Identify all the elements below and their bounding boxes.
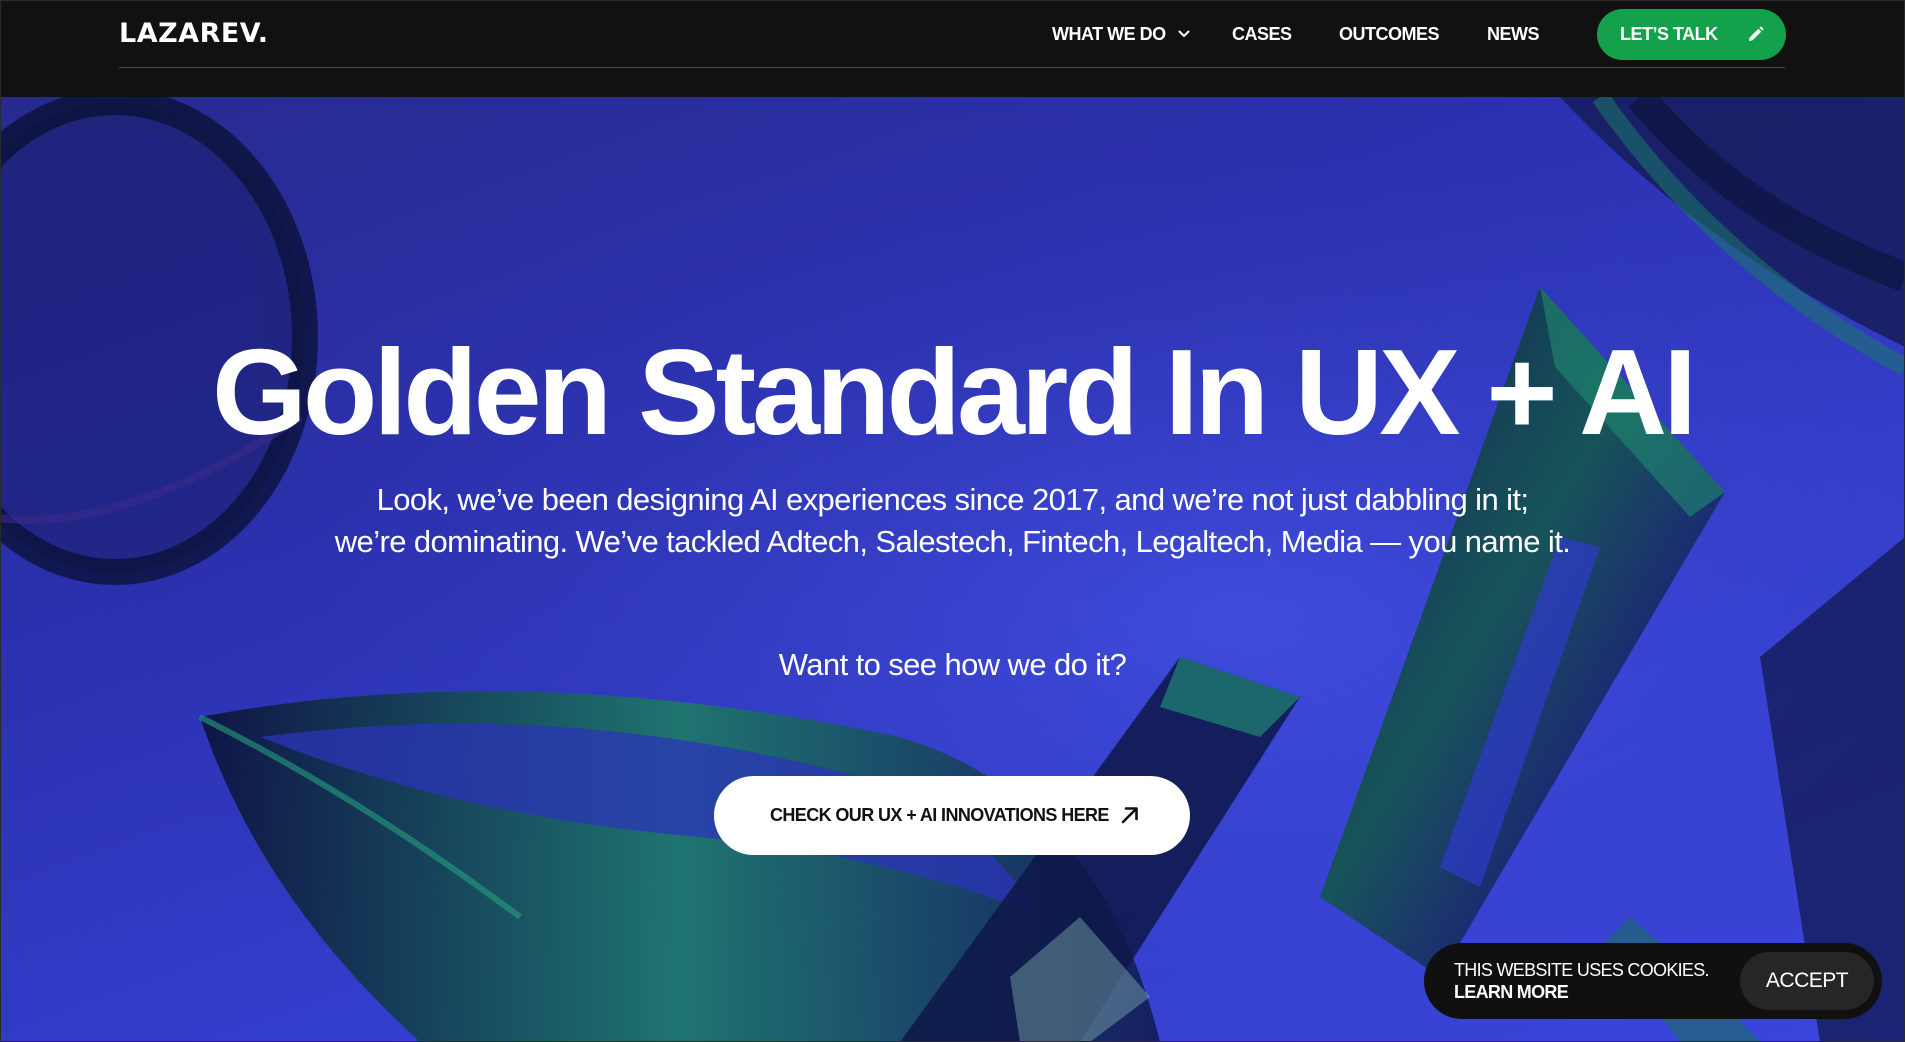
hero-section: Golden Standard In UX + AI Look, we’ve b…	[0, 97, 1905, 1042]
hero-glass-artwork	[0, 97, 1905, 1042]
innovations-button-label: CHECK OUR UX + AI INNOVATIONS HERE	[770, 805, 1109, 825]
hero-subtext-line-2: we’re dominating. We’ve tackled Adtech, …	[334, 524, 1571, 559]
logo[interactable]: LAZAREV.	[119, 18, 268, 50]
nav-what-we-do[interactable]: WHAT WE DO	[1052, 22, 1190, 46]
chevron-down-icon	[1178, 30, 1190, 37]
site-header: LAZAREV. WHAT WE DO CASES OUTCOMES NEWS …	[0, 0, 1905, 97]
nav-what-we-do-label: WHAT WE DO	[1052, 24, 1166, 44]
header-bar: LAZAREV. WHAT WE DO CASES OUTCOMES NEWS …	[119, 0, 1786, 68]
nav-outcomes[interactable]: OUTCOMES	[1339, 22, 1440, 46]
cookie-message: THIS WEBSITE USES COOKIES.	[1454, 960, 1710, 980]
hero-question: Want to see how we do it?	[778, 647, 1127, 682]
hero-subtext: Look, we’ve been designing AI experience…	[0, 479, 1905, 563]
innovations-button[interactable]: CHECK OUR UX + AI INNOVATIONS HERE	[714, 776, 1190, 855]
hero-subtext-line-1: Look, we’ve been designing AI experience…	[376, 482, 1529, 517]
lets-talk-button[interactable]: LET’S TALK	[1597, 9, 1786, 60]
cookie-text: THIS WEBSITE USES COOKIES. LEARN MORE	[1454, 959, 1710, 1003]
arrow-up-right-icon	[1121, 807, 1138, 824]
pencil-icon	[1749, 26, 1764, 41]
cookie-learn-more-link[interactable]: LEARN MORE	[1454, 981, 1709, 1003]
nav-news[interactable]: NEWS	[1487, 22, 1540, 46]
cookie-banner: THIS WEBSITE USES COOKIES. LEARN MORE AC…	[1424, 943, 1882, 1019]
nav-cases[interactable]: CASES	[1232, 22, 1292, 46]
lets-talk-label: LET’S TALK	[1620, 24, 1718, 44]
page: LAZAREV. WHAT WE DO CASES OUTCOMES NEWS …	[0, 0, 1905, 1042]
hero-headline: Golden Standard In UX + AI	[211, 324, 1697, 460]
cookie-accept-button[interactable]: ACCEPT	[1740, 952, 1874, 1010]
